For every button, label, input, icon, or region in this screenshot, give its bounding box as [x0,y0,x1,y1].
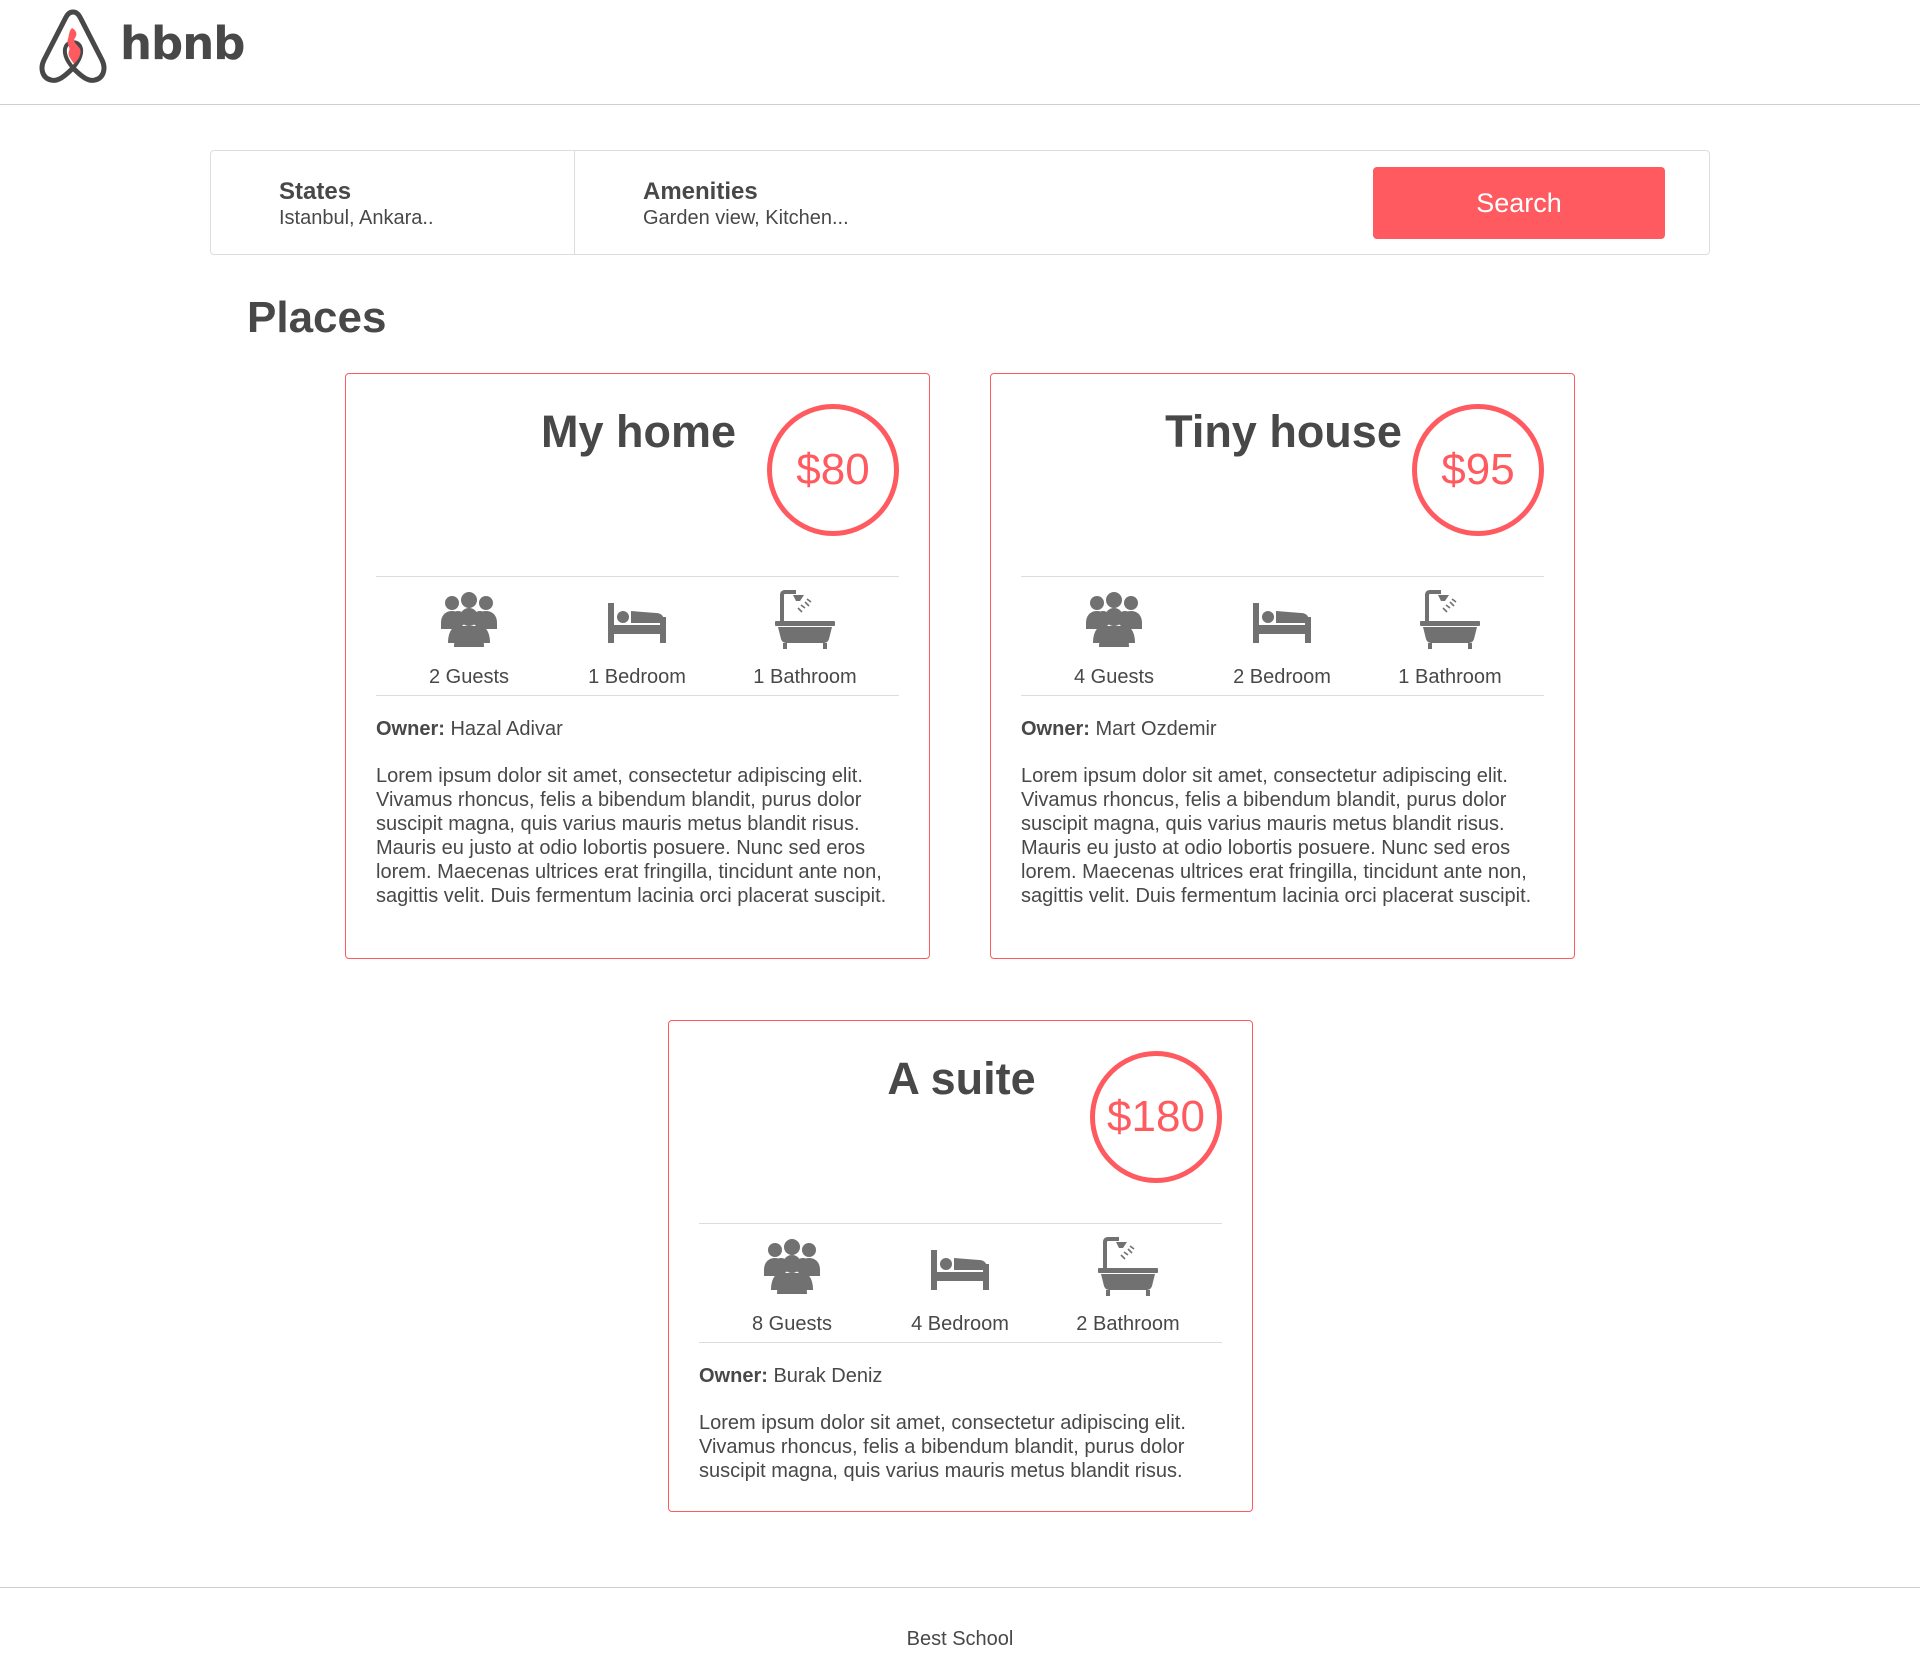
price-badge: $80 [767,404,899,536]
header: hbnb [0,0,1920,105]
max-guests: 2 Guests [389,589,549,689]
price-badge: $180 [1090,1051,1222,1183]
owner: Owner: Burak Deniz [699,1364,882,1388]
footer-text: Best School [906,1628,1014,1650]
bed-icon [1253,603,1311,643]
place-information: 4 Guests 2 Bedroom 1 Bathroom [1021,576,1544,696]
rooms-label: 4 Bedroom [911,1313,1009,1335]
group-icon [1086,592,1142,647]
amenities-filter[interactable]: Amenities Garden view, Kitchen... [575,151,1275,254]
group-icon [441,592,497,647]
guests-label: 8 Guests [751,1313,833,1335]
max-guests: 8 Guests [712,1236,872,1336]
number-bathrooms: 2 Bathroom [1048,1236,1208,1336]
guests-label: 4 Guests [1073,666,1155,688]
owner-name: Hazal Adivar [450,718,563,740]
number-rooms: 4 Bedroom [880,1236,1040,1336]
baths-label: 1 Bathroom [753,666,857,688]
guests-label: 2 Guests [428,666,510,688]
max-guests: 4 Guests [1034,589,1194,689]
logo[interactable]: hbnb [36,8,245,84]
group-icon [764,1239,820,1294]
hbnb-logo-icon [39,9,107,83]
baths-label: 2 Bathroom [1076,1313,1180,1335]
number-rooms: 2 Bedroom [1202,589,1362,689]
states-filter[interactable]: States Istanbul, Ankara.. [211,151,575,254]
owner-label: Owner: [376,718,445,740]
footer: Best School [0,1587,1920,1678]
place-card: My home $80 2 Guests 1 Bedroom 1 Bathroo… [345,373,930,959]
logo-text: hbnb [120,16,245,70]
number-bathrooms: 1 Bathroom [725,589,885,689]
owner-name: Burak Deniz [773,1365,883,1387]
bathtub-icon [775,590,835,649]
places-title: Places [247,293,387,342]
place-information: 2 Guests 1 Bedroom 1 Bathroom [376,576,899,696]
amenities-filter-title: Amenities [643,178,758,205]
price-badge: $95 [1412,404,1544,536]
owner-name: Mart Ozdemir [1095,718,1217,740]
owner: Owner: Hazal Adivar [376,717,563,741]
states-filter-value: Istanbul, Ankara.. [279,207,434,229]
place-description: Lorem ipsum dolor sit amet, consectetur … [376,765,887,907]
place-description: Lorem ipsum dolor sit amet, consectetur … [1021,765,1532,907]
rooms-label: 2 Bedroom [1233,666,1331,688]
place-description: Lorem ipsum dolor sit amet, consectetur … [699,1412,1186,1482]
owner-label: Owner: [1021,718,1090,740]
amenities-filter-value: Garden view, Kitchen... [643,207,849,229]
owner-label: Owner: [699,1365,768,1387]
place-card: A suite $180 8 Guests 4 Bedroom 2 Bathro… [668,1020,1253,1512]
rooms-label: 1 Bedroom [588,666,686,688]
owner: Owner: Mart Ozdemir [1021,717,1217,741]
number-bathrooms: 1 Bathroom [1370,589,1530,689]
states-filter-title: States [279,178,352,205]
bed-icon [931,1250,989,1290]
number-rooms: 1 Bedroom [557,589,717,689]
search-button[interactable]: Search [1373,167,1665,239]
bathtub-icon [1420,590,1480,649]
baths-label: 1 Bathroom [1398,666,1502,688]
bathtub-icon [1098,1237,1158,1296]
place-card: Tiny house $95 4 Guests 2 Bedroom 1 Bath… [990,373,1575,959]
bed-icon [608,603,666,643]
place-information: 8 Guests 4 Bedroom 2 Bathroom [699,1223,1222,1343]
filters-bar: States Istanbul, Ankara.. Amenities Gard… [210,150,1710,255]
